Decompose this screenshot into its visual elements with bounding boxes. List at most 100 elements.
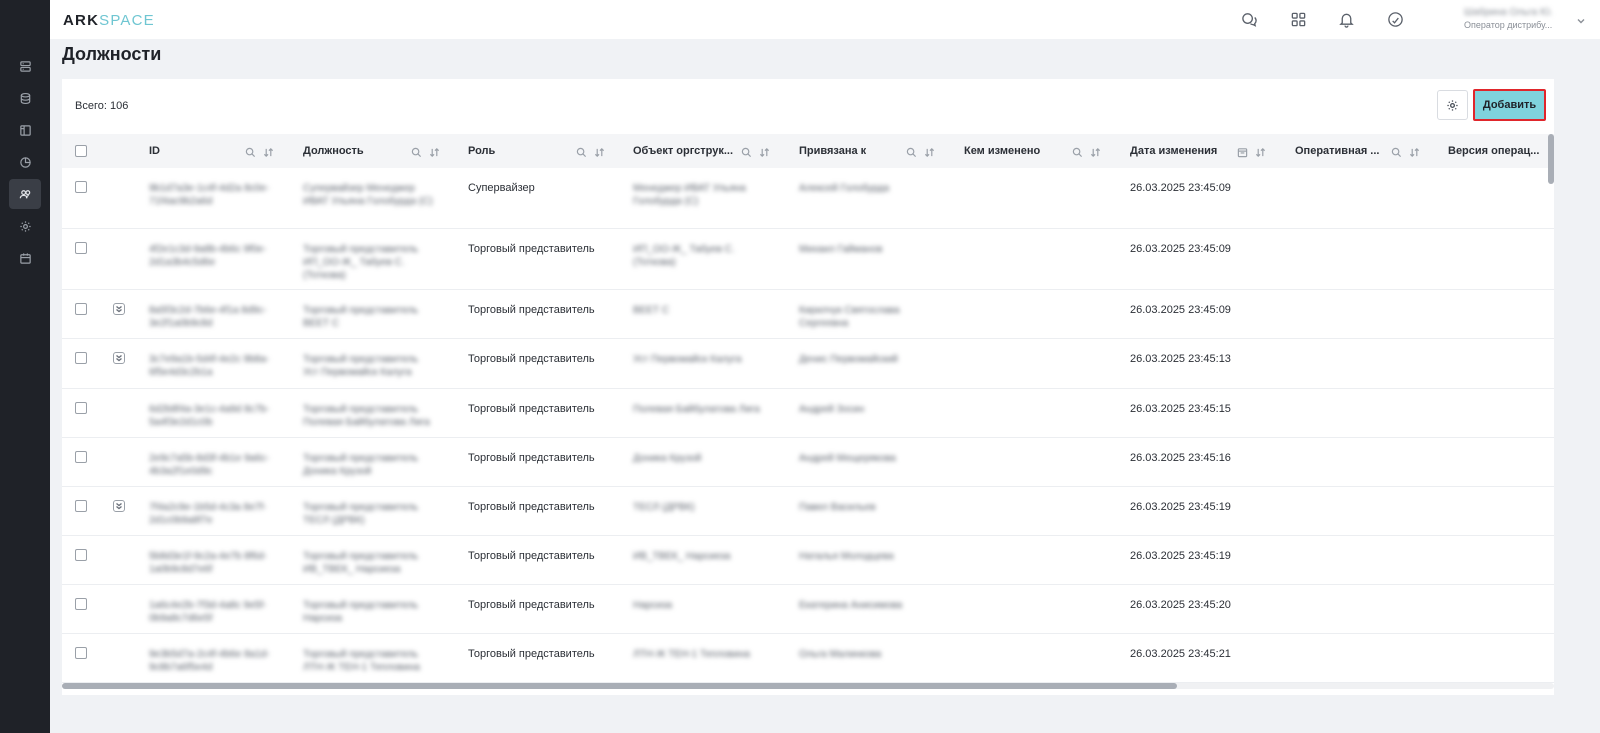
search-icon[interactable] <box>411 145 423 158</box>
cell-bound-to: Кирилчук Святослава Сергеевна <box>799 305 900 329</box>
chart-pie-icon[interactable] <box>9 147 41 177</box>
cell-org-object: ИВ_ТВЕК_ Нарсиеза <box>633 551 731 562</box>
search-icon[interactable] <box>741 145 753 158</box>
cell-change-date: 26.03.2025 23:45:13 <box>1130 353 1231 365</box>
calendar-filter-icon[interactable] <box>1237 145 1249 158</box>
select-all-checkbox[interactable] <box>75 145 87 157</box>
cell-role: Торговый представитель <box>468 243 595 255</box>
cell-bound-to: Ольга Малинкова <box>799 649 882 660</box>
table-body: 9b1d7a3e-1c4f-4d2a 8c0e-71f4ac9b2a6d Супе… <box>62 168 1554 683</box>
search-icon[interactable] <box>906 145 918 158</box>
sort-icon[interactable] <box>429 145 441 158</box>
column-header-bound-to[interactable]: Привязана к <box>799 134 899 168</box>
sort-icon[interactable] <box>759 145 771 158</box>
cell-bound-to: Павел Васильев <box>799 502 876 513</box>
chevron-down-icon[interactable] <box>1575 14 1587 26</box>
cell-position: Торговый представитель Доника Крузой <box>303 453 419 477</box>
users-icon[interactable] <box>9 179 41 209</box>
cell-org-object: Уст Первомайск Калуга <box>633 354 742 365</box>
database-icon[interactable] <box>9 83 41 113</box>
column-header-change-date[interactable]: Дата изменения <box>1130 134 1230 168</box>
search-icon[interactable] <box>576 145 588 158</box>
cell-role: Торговый представитель <box>468 304 595 316</box>
column-header-position[interactable]: Должность <box>303 134 403 168</box>
table-row[interactable]: 1a6c4e2b-7f3d-4a8c 9e5f-0b9a8c7d6e5f Торг… <box>62 585 1554 634</box>
table-row[interactable]: 2e9c7a5b-8d3f-4b1e 9a6c-4b3a2f1e0d9c Торг… <box>62 438 1554 487</box>
cell-change-date: 26.03.2025 23:45:15 <box>1130 403 1231 415</box>
row-checkbox[interactable] <box>75 647 87 659</box>
table-row[interactable]: 9e3b5d7a-2c4f-4b6e 8a1d-9c8b7a6f5e4d Торг… <box>62 634 1554 683</box>
table-row[interactable]: 9b1d7a3e-1c4f-4d2a 8c0e-71f4ac9b2a6d Супе… <box>62 168 1554 229</box>
table-row[interactable]: 6d2b8f4a-3e1c-4a9d 8c7b-5a4f3e2d1c0b Торг… <box>62 389 1554 438</box>
column-header-org-object[interactable]: Объект оргструк... <box>633 134 735 168</box>
vertical-scrollbar-thumb[interactable] <box>1548 134 1554 184</box>
cell-role: Супервайзер <box>468 182 535 194</box>
total-count: Всего: 106 <box>75 100 129 112</box>
user-role: Оператор дистрибу... <box>1464 20 1553 30</box>
cell-id: 2e9c7a5b-8d3f-4b1e 9a6c-4b3a2f1e0d9c <box>149 453 270 477</box>
cell-change-date: 26.03.2025 23:45:20 <box>1130 599 1231 611</box>
add-button[interactable]: Добавить <box>1473 89 1546 121</box>
cell-change-date: 26.03.2025 23:45:19 <box>1130 501 1231 513</box>
calendar-icon[interactable] <box>9 243 41 273</box>
servers-icon[interactable] <box>9 51 41 81</box>
table-settings-button[interactable] <box>1437 90 1468 120</box>
row-checkbox[interactable] <box>75 549 87 561</box>
column-header-operational[interactable]: Оперативная ... <box>1295 134 1385 168</box>
horizontal-scrollbar-thumb[interactable] <box>62 683 1177 689</box>
gear-icon[interactable] <box>9 211 41 241</box>
row-checkbox[interactable] <box>75 181 87 193</box>
table-row[interactable]: 5b8d3e1f-9c2a-4e7b 8f6d-1a0b9c8d7e6f Торг… <box>62 536 1554 585</box>
table-row[interactable]: 7f4a2c9e-1b5d-4c3a 8e7f-2d1c0b9a8f7e Торг… <box>62 487 1554 536</box>
chat-icon[interactable] <box>1239 9 1259 29</box>
search-icon[interactable] <box>245 145 257 158</box>
cell-position: Торговый представитель Полевая Байбулато… <box>303 404 430 428</box>
sort-icon[interactable] <box>1409 145 1421 158</box>
user-menu[interactable]: Шабрина Ольга Ю. Оператор дистрибу... <box>1464 7 1574 30</box>
sort-icon[interactable] <box>1255 145 1267 158</box>
cell-position: Торговый представитель ВЕЕТ С <box>303 305 419 329</box>
sort-icon[interactable] <box>1090 145 1102 158</box>
row-checkbox[interactable] <box>75 402 87 414</box>
sort-icon[interactable] <box>594 145 606 158</box>
cell-role: Торговый представитель <box>468 599 595 611</box>
search-icon[interactable] <box>1072 145 1084 158</box>
cell-change-date: 26.03.2025 23:45:09 <box>1130 304 1231 316</box>
table-row[interactable]: 3c7e9a1b-5d4f-4e2c 9b8a-6f5e4d3c2b1a Торг… <box>62 339 1554 389</box>
bell-icon[interactable] <box>1336 9 1356 29</box>
expand-row-icon[interactable] <box>113 500 125 512</box>
row-checkbox[interactable] <box>75 598 87 610</box>
row-checkbox[interactable] <box>75 242 87 254</box>
row-checkbox[interactable] <box>75 303 87 315</box>
column-header-role[interactable]: Роль <box>468 134 568 168</box>
cell-change-date: 26.03.2025 23:45:09 <box>1130 182 1231 194</box>
row-checkbox[interactable] <box>75 352 87 364</box>
search-icon[interactable] <box>1391 145 1403 158</box>
column-header-changed-by[interactable]: Кем изменено <box>964 134 1064 168</box>
expand-row-icon[interactable] <box>113 352 125 364</box>
sort-icon[interactable] <box>263 145 275 158</box>
cell-id: 6d2b8f4a-3e1c-4a9d 8c7b-5a4f3e2d1c0b <box>149 404 270 428</box>
cell-org-object: ИП_ОО-Ж_ Табуев С. (Тоткова) <box>633 244 735 268</box>
table-row[interactable]: 8a5f3c2d-7b6e-4f1a 8d9c-3e2f1a0b9c8d Торг… <box>62 290 1554 339</box>
sort-icon[interactable] <box>924 145 936 158</box>
sync-icon[interactable] <box>1385 9 1405 29</box>
apps-grid-icon[interactable] <box>1288 9 1308 29</box>
app-logo[interactable]: ARKSPACE <box>63 12 155 29</box>
column-header-version[interactable]: Версия операц... <box>1448 134 1544 168</box>
cell-position: Торговый представитель ТЕСЛ (ДРВК) <box>303 502 419 526</box>
cell-bound-to: Екатерина Анисимова <box>799 600 903 611</box>
cell-position: Торговый представитель ИП_ОО-Ж_ Табуев С… <box>303 244 419 281</box>
cell-id: 8a5f3c2d-7b6e-4f1a 8d9c-3e2f1a0b9c8d <box>149 305 267 329</box>
cell-id: 9e3b5d7a-2c4f-4b6e 8a1d-9c8b7a6f5e4d <box>149 649 270 673</box>
cell-id: 9b1d7a3e-1c4f-4d2a 8c0e-71f4ac9b2a6d <box>149 183 270 207</box>
cell-id: 5b8d3e1f-9c2a-4e7b 8f6d-1a0b9c8d7e6f <box>149 551 267 575</box>
table-row[interactable]: 4f2e1c3d-9a8b-4b6c 9f0e-2d1a3b4c5d6e Торг… <box>62 229 1554 290</box>
row-checkbox[interactable] <box>75 500 87 512</box>
expand-row-icon[interactable] <box>113 303 125 315</box>
row-checkbox[interactable] <box>75 451 87 463</box>
cell-org-object: Доника Крузой <box>633 453 702 464</box>
layout-icon[interactable] <box>9 115 41 145</box>
user-name: Шабрина Ольга Ю. <box>1464 7 1553 18</box>
cell-role: Торговый представитель <box>468 550 595 562</box>
